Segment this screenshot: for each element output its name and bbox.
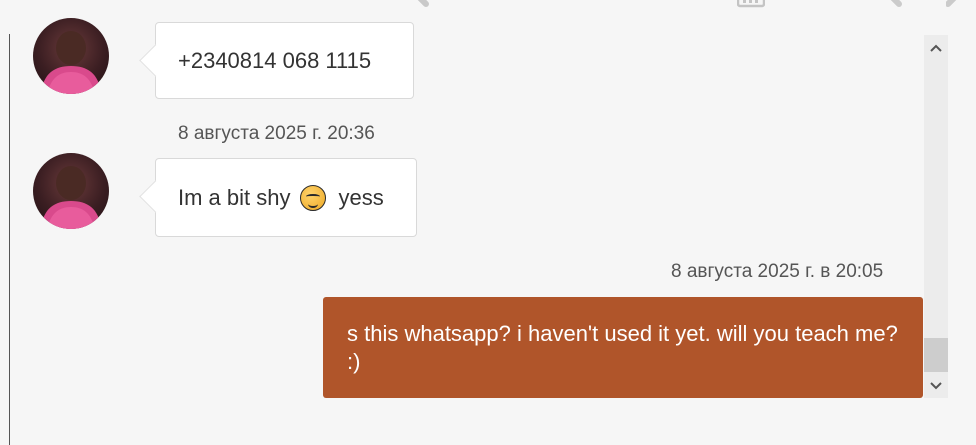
pencil-icon[interactable]: [946, 0, 964, 8]
calendar-icon[interactable]: [737, 0, 765, 8]
avatar[interactable]: [33, 18, 109, 94]
chat-scrollbar[interactable]: [924, 35, 948, 398]
message-timestamp: 8 августа 2025 г. в 20:05: [671, 261, 884, 282]
message-text: Im a bit shy: [178, 184, 291, 210]
incoming-message-bubble: Im a bit shy yess: [155, 158, 417, 237]
chat-toolbar: [0, 0, 976, 34]
incoming-message-bubble: +2340814 068 1115: [155, 22, 414, 99]
chat-window: +2340814 068 1115 8 августа 2025 г. 20:3…: [0, 0, 976, 445]
scrollbar-thumb[interactable]: [924, 338, 948, 372]
left-divider: [9, 34, 10, 445]
message-text: s this whatsapp? i haven't used it yet. …: [347, 321, 898, 374]
message-text: +2340814 068 1115: [178, 47, 372, 73]
message-timestamp: 8 августа 2025 г. 20:36: [178, 123, 375, 144]
pencil-icon[interactable]: [885, 0, 903, 8]
message-text: yess: [338, 184, 384, 210]
avatar[interactable]: [33, 153, 109, 229]
outgoing-message-bubble: s this whatsapp? i haven't used it yet. …: [323, 297, 923, 398]
chevron-up-icon[interactable]: [924, 37, 948, 59]
face-savoring-food-icon: [300, 184, 327, 211]
pencil-icon[interactable]: [412, 0, 430, 8]
chevron-down-icon[interactable]: [924, 375, 948, 397]
